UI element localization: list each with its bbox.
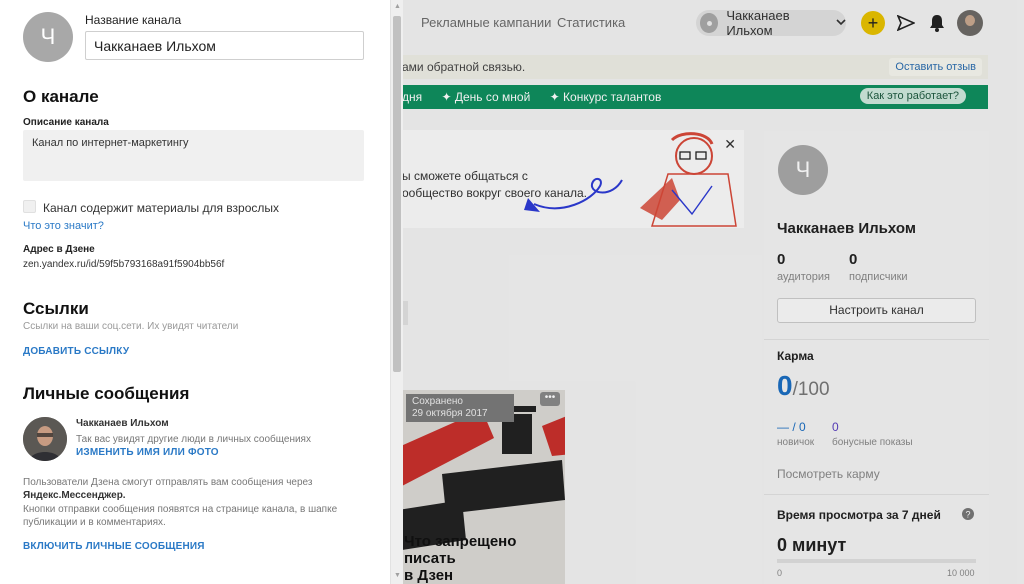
description-label: Описание канала — [23, 117, 109, 128]
pm-user-name: Чакканаев Ильхом — [76, 418, 169, 429]
address-label: Адрес в Дзене — [23, 244, 95, 255]
pm-info-2-line-2: публикации и в комментариях. — [23, 517, 166, 528]
pm-info-1-line-2: Яндекс.Мессенджер. — [23, 490, 126, 501]
links-hint: Ссылки на ваши соц.сети. Их увидят читат… — [23, 321, 239, 332]
drawer-scrollbar[interactable]: ▲ ▼ — [390, 0, 403, 584]
about-title: О канале — [23, 87, 99, 106]
channel-name-input[interactable] — [85, 31, 364, 60]
what-does-it-mean-link[interactable]: Что это значит? — [23, 220, 104, 232]
adult-content-checkbox[interactable] — [23, 200, 36, 213]
pm-hint: Так вас увидят другие люди в личных сооб… — [76, 434, 311, 445]
scroll-up-icon[interactable]: ▲ — [394, 3, 401, 10]
add-link-button[interactable]: ДОБАВИТЬ ССЫЛКУ — [23, 346, 129, 357]
channel-avatar-editable[interactable]: Ч — [23, 12, 73, 62]
change-name-photo-button[interactable]: ИЗМЕНИТЬ ИМЯ ИЛИ ФОТО — [76, 447, 219, 458]
scrollbar-thumb[interactable] — [393, 16, 401, 372]
user-photo — [23, 417, 67, 461]
channel-name-label: Название канала — [85, 13, 182, 27]
channel-settings-drawer: Ч Название канала О канале Описание кана… — [0, 0, 390, 584]
pm-info-1: Пользователи Дзена смогут отправлять вам… — [23, 476, 312, 502]
private-messages-title: Личные сообщения — [23, 384, 190, 403]
description-textarea[interactable]: Канал по интернет-маркетингу — [23, 130, 364, 181]
enable-private-messages-button[interactable]: ВКЛЮЧИТЬ ЛИЧНЫЕ СООБЩЕНИЯ — [23, 541, 205, 552]
pm-info-2: Кнопки отправки сообщения появятся на ст… — [23, 503, 337, 529]
scroll-down-icon[interactable]: ▼ — [394, 572, 401, 579]
pm-info-1-line-1: Пользователи Дзена смогут отправлять вам… — [23, 477, 313, 488]
pm-info-2-line-1: Кнопки отправки сообщения появятся на ст… — [23, 504, 338, 515]
channel-address: zen.yandex.ru/id/59f5b793168a91f5904bb56… — [23, 259, 225, 270]
links-title: Ссылки — [23, 299, 89, 318]
adult-content-label: Канал содержит материалы для взрослых — [43, 201, 280, 215]
